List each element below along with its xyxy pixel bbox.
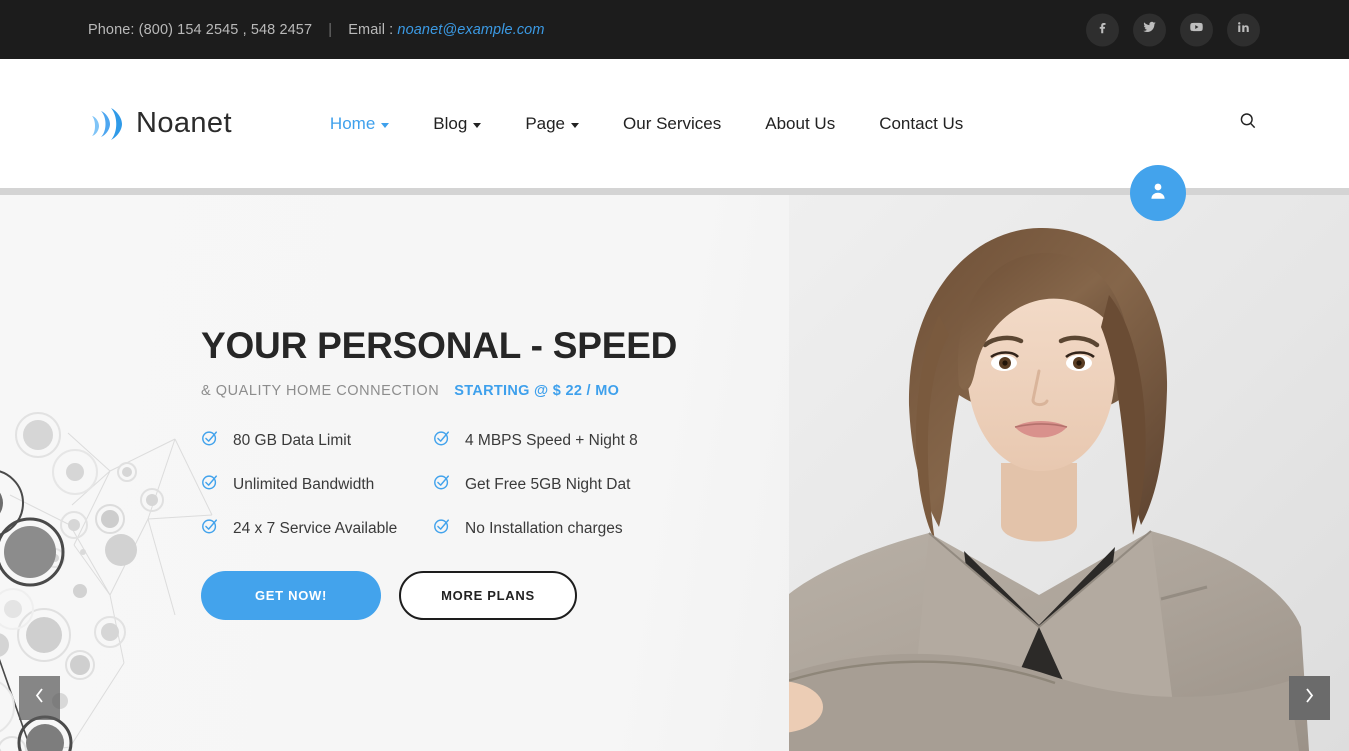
get-now-button[interactable]: GET NOW! [201, 571, 381, 621]
hero-feature-list: 80 GB Data Limit 4 MBPS Speed + Night 8 … [201, 429, 641, 571]
social-links [1086, 13, 1260, 46]
chevron-right-icon [1303, 686, 1316, 710]
signal-wave-logo-icon [88, 104, 125, 144]
user-account-button[interactable] [1130, 165, 1186, 221]
site-logo[interactable]: Noanet [88, 104, 232, 144]
twitter-icon [1142, 20, 1157, 40]
hero-title: YOUR PERSONAL - SPEED [201, 324, 678, 366]
feature-label: 24 x 7 Service Available [233, 519, 398, 537]
hero-price: STARTING @ $ 22 / MO [454, 383, 620, 400]
chevron-left-icon [33, 686, 46, 710]
feature-item: Get Free 5GB Night Dat [433, 473, 641, 496]
nav-item-contact-us[interactable]: Contact Us [857, 114, 985, 134]
topbar: Phone: (800) 154 2545 , 548 2457 | Email… [0, 0, 1349, 59]
nav-item-page[interactable]: Page [503, 114, 601, 134]
search-button[interactable] [1235, 111, 1261, 137]
phone-label: Phone: (800) 154 2545 , 548 2457 [88, 21, 313, 38]
nav-item-home[interactable]: Home [308, 114, 411, 134]
carousel-prev-button[interactable] [19, 676, 60, 720]
facebook-icon [1095, 20, 1110, 40]
feature-label: 4 MBPS Speed + Night 8 [465, 431, 638, 449]
check-circle-icon [433, 429, 451, 452]
chevron-down-icon [473, 123, 482, 128]
search-icon [1238, 111, 1258, 136]
nav-label-contact-us: Contact Us [879, 113, 964, 133]
youtube-icon [1189, 20, 1204, 40]
feature-label: Unlimited Bandwidth [233, 475, 375, 493]
email-label: Email : [348, 21, 394, 38]
social-link-twitter[interactable] [1133, 13, 1166, 46]
main-navigation: Home Blog Page Our Services About Us Con… [308, 114, 985, 134]
more-plans-button[interactable]: MORE PLANS [399, 571, 577, 621]
feature-label: Get Free 5GB Night Dat [465, 475, 631, 493]
check-circle-icon [201, 517, 219, 540]
topbar-separator: | [328, 21, 333, 38]
check-circle-icon [433, 517, 451, 540]
chevron-down-icon [381, 123, 390, 128]
feature-item: 80 GB Data Limit [201, 429, 433, 452]
user-icon [1147, 180, 1169, 207]
nav-label-about-us: About Us [765, 113, 836, 133]
check-circle-icon [433, 473, 451, 496]
email-link[interactable]: noanet@example.com [397, 22, 544, 38]
nav-label-home: Home [329, 113, 376, 133]
feature-item: 24 x 7 Service Available [201, 517, 433, 540]
nav-item-about-us[interactable]: About Us [743, 114, 857, 134]
hero-subtitle-row: & QUALITY HOME CONNECTION STARTING @ $ 2… [201, 383, 641, 399]
feature-item: No Installation charges [433, 517, 641, 540]
nav-label-our-services: Our Services [623, 113, 722, 133]
social-link-youtube[interactable] [1180, 13, 1213, 46]
feature-label: No Installation charges [465, 519, 623, 537]
check-circle-icon [201, 473, 219, 496]
social-link-linkedin[interactable] [1227, 13, 1260, 46]
nav-item-blog[interactable]: Blog [411, 114, 503, 134]
logo-text: Noanet [136, 107, 232, 139]
feature-item: Unlimited Bandwidth [201, 473, 433, 496]
hero-carousel-slide: YOUR PERSONAL - SPEED & QUALITY HOME CON… [0, 195, 1349, 751]
topbar-contact-info: Phone: (800) 154 2545 , 548 2457 | Email… [88, 22, 545, 38]
feature-label: 80 GB Data Limit [233, 431, 352, 449]
nav-label-page: Page [525, 113, 566, 133]
nav-label-blog: Blog [433, 113, 468, 133]
hero-image [789, 195, 1349, 751]
linkedin-icon [1236, 20, 1251, 40]
hero-content: YOUR PERSONAL - SPEED & QUALITY HOME CON… [201, 195, 678, 751]
social-link-facebook[interactable] [1086, 13, 1119, 46]
check-circle-icon [201, 429, 219, 452]
nav-item-our-services[interactable]: Our Services [601, 114, 743, 134]
hero-subtitle: & QUALITY HOME CONNECTION [201, 383, 440, 400]
hero-actions: GET NOW! MORE PLANS [201, 571, 641, 621]
chevron-down-icon [571, 123, 580, 128]
feature-item: 4 MBPS Speed + Night 8 [433, 429, 641, 452]
carousel-next-button[interactable] [1289, 676, 1330, 720]
